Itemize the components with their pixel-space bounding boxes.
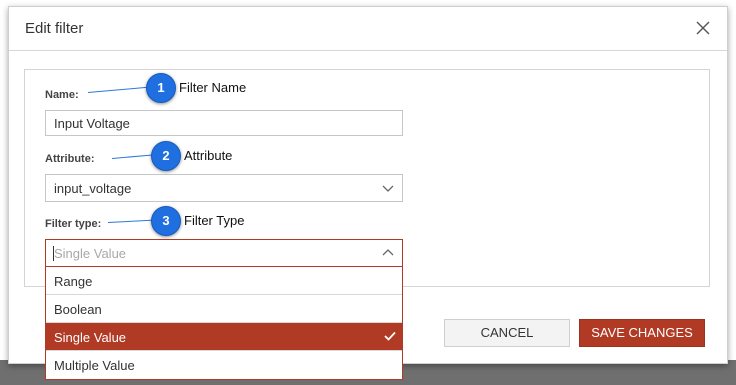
callout-badge-3: 3 [151, 206, 181, 236]
edit-filter-dialog: Edit filter Name: Attribute: input_volta… [8, 6, 728, 380]
callout-badge-2: 2 [151, 141, 181, 171]
name-label: Name: [45, 89, 79, 101]
filter-type-dropdown: Range Boolean Single Value Multiple Valu… [45, 267, 403, 380]
attribute-select[interactable]: input_voltage [45, 174, 403, 202]
check-icon [384, 331, 396, 341]
callout-number: 2 [162, 148, 170, 163]
callout-badge-1: 1 [146, 73, 176, 103]
chevron-up-icon [382, 249, 394, 256]
filter-type-label: Filter type: [45, 218, 102, 230]
chevron-down-icon [382, 185, 394, 192]
option-label: Boolean [54, 302, 102, 317]
filter-type-select[interactable]: Single Value [45, 239, 403, 267]
callout-label-1: Filter Name [179, 80, 247, 95]
option-single-value[interactable]: Single Value [46, 323, 402, 351]
callout-label-2: Attribute [184, 148, 233, 163]
option-boolean[interactable]: Boolean [46, 295, 402, 323]
callout-number: 3 [162, 213, 170, 228]
dialog-header: Edit filter [9, 7, 727, 51]
attribute-label: Attribute: [45, 153, 95, 165]
attribute-select-value: input_voltage [54, 181, 132, 196]
close-icon [696, 21, 710, 35]
option-label: Single Value [54, 330, 127, 345]
option-range[interactable]: Range [46, 267, 402, 295]
cancel-button[interactable]: CANCEL [444, 319, 570, 347]
option-label: Multiple Value [54, 358, 135, 373]
filter-type-placeholder: Single Value [54, 246, 127, 261]
name-input[interactable] [45, 110, 403, 136]
save-changes-button[interactable]: SAVE CHANGES [579, 319, 705, 347]
callout-number: 1 [157, 80, 165, 95]
close-button[interactable] [692, 17, 714, 39]
callout-label-3: Filter Type [184, 213, 245, 228]
dialog-title: Edit filter [25, 20, 84, 37]
option-label: Range [54, 274, 93, 289]
option-multiple-value[interactable]: Multiple Value [46, 351, 402, 379]
